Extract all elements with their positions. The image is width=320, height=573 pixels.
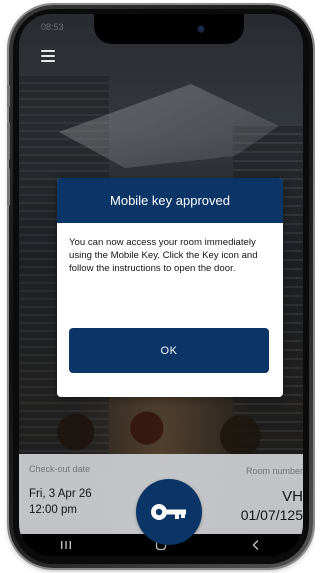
room-number: 01/07/125 xyxy=(240,507,303,523)
recents-glyph xyxy=(61,541,72,549)
screenshot-stage: 08:53 Check-out date Fri, 3 Apr 26 12:00… xyxy=(0,0,315,573)
checkout-date: Fri, 3 Apr 26 xyxy=(29,488,92,500)
dialog-title: Mobile key approved xyxy=(57,178,283,223)
phone-silent-switch xyxy=(7,85,10,107)
room-code: VH xyxy=(282,488,303,505)
room-number-label: Room number xyxy=(245,466,303,476)
menu-line xyxy=(41,60,55,62)
recents-icon[interactable] xyxy=(51,536,81,554)
back-glyph xyxy=(252,540,259,550)
mobile-key-button[interactable] xyxy=(136,479,202,545)
checkout-label: Check-out date xyxy=(29,464,91,474)
menu-line xyxy=(41,55,55,57)
front-camera xyxy=(198,26,204,32)
phone-volume-up xyxy=(7,122,10,160)
dialog-message: You can now access your room immediately… xyxy=(69,237,258,275)
status-time: 08:53 xyxy=(41,22,64,32)
phone-screen: 08:53 Check-out date Fri, 3 Apr 26 12:00… xyxy=(19,14,303,556)
phone-notch xyxy=(94,14,244,44)
checkout-time: 12:00 pm xyxy=(29,504,77,516)
phone-volume-down xyxy=(7,168,10,206)
back-icon[interactable] xyxy=(241,536,271,554)
menu-line xyxy=(41,50,55,52)
ok-button[interactable]: OK xyxy=(69,328,269,373)
mobile-key-approved-dialog: Mobile key approved You can now access y… xyxy=(57,178,283,397)
hamburger-menu-icon[interactable] xyxy=(41,50,55,62)
key-icon xyxy=(151,504,186,520)
